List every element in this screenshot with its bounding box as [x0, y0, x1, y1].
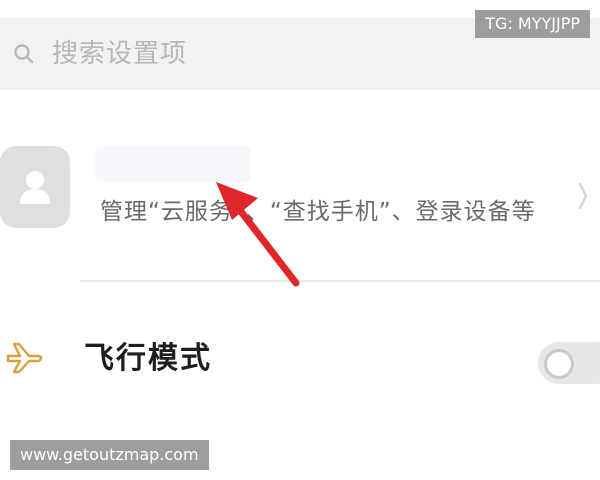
watermark-top: TG: MYYJJPP [475, 10, 590, 38]
airplane-mode-toggle[interactable] [538, 342, 600, 384]
avatar-icon [20, 171, 50, 204]
account-name-placeholder [95, 146, 251, 182]
search-placeholder: 搜索设置项 [52, 39, 188, 69]
watermark-bottom: www.getoutzmap.com [10, 440, 209, 470]
toggle-knob [544, 349, 574, 379]
account-description: 管理“云服务”、“查找手机”、登录设备等 [100, 199, 536, 225]
airplane-mode-label: 飞行模式 [84, 341, 212, 376]
account-row[interactable]: 管理“云服务”、“查找手机”、登录设备等 [0, 120, 600, 280]
search-icon [14, 44, 34, 64]
airplane-mode-row[interactable]: 飞行模式 [0, 318, 600, 408]
avatar[interactable] [0, 146, 70, 228]
divider [80, 280, 600, 282]
chevron-right-icon[interactable] [578, 178, 588, 214]
airplane-icon [6, 342, 43, 374]
